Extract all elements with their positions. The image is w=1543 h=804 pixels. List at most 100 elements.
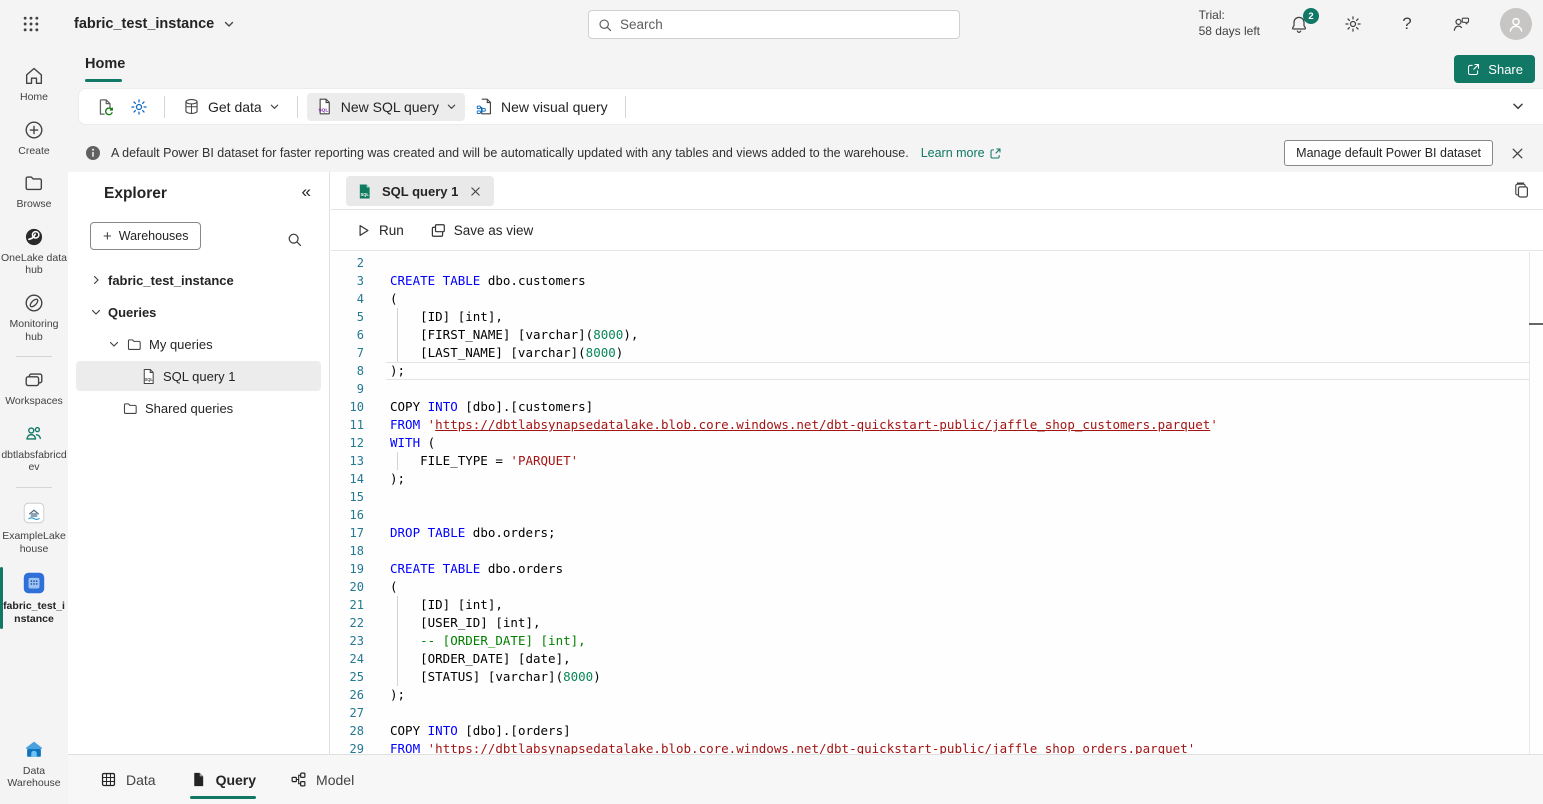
code-line-12[interactable]: 12WITH ( xyxy=(331,434,1543,452)
sidebar-item-browse[interactable]: Browse xyxy=(0,165,68,219)
editor-scrollbar[interactable] xyxy=(1529,252,1530,754)
tab-sql-query-1[interactable]: SQL SQL query 1 xyxy=(346,176,494,206)
sidebar-item-monitoring-hub[interactable]: Monitoring hub xyxy=(0,285,68,351)
notifications-button[interactable]: 2 xyxy=(1284,9,1314,39)
code-line-27[interactable]: 27 xyxy=(331,704,1543,722)
chevron-right-icon[interactable] xyxy=(90,274,102,286)
play-icon xyxy=(355,222,372,239)
code-line-11[interactable]: 11FROM 'https://dbtlabsynapsedatalake.bl… xyxy=(331,416,1543,434)
feedback-button[interactable] xyxy=(1446,9,1476,39)
line-number: 4 xyxy=(331,290,364,308)
collapse-panel-icon[interactable]: « xyxy=(302,182,311,202)
warehouse-settings-button[interactable] xyxy=(123,93,155,121)
bottom-tab-model[interactable]: Model xyxy=(290,755,354,804)
code-line-25[interactable]: 25 [STATUS] [varchar](8000) xyxy=(331,668,1543,686)
sidebar-item-fabric-test-instance[interactable]: fabric_test_instance xyxy=(0,563,68,633)
code-line-2[interactable]: 2 xyxy=(331,254,1543,272)
code-line-4[interactable]: 4( xyxy=(331,290,1543,308)
tree-item-my-queries[interactable]: My queries xyxy=(68,328,329,360)
search-input[interactable] xyxy=(620,17,951,32)
code-line-14[interactable]: 14); xyxy=(331,470,1543,488)
get-data-label: Get data xyxy=(208,99,262,115)
code-line-9[interactable]: 9 xyxy=(331,380,1543,398)
sidebar-item-onelake-data-hub[interactable]: OneLake data hub xyxy=(0,219,68,285)
tree-item-queries[interactable]: Queries xyxy=(68,296,329,328)
code-line-13[interactable]: 13 FILE_TYPE = 'PARQUET' xyxy=(331,452,1543,470)
tab-close-button[interactable] xyxy=(467,183,484,200)
toolbar-divider xyxy=(625,96,626,118)
code-line-18[interactable]: 18 xyxy=(331,542,1543,560)
sidebar-item-examplelakehouse[interactable]: ExampleLakehouse xyxy=(0,493,68,563)
line-number: 25 xyxy=(331,668,364,686)
code-line-5[interactable]: 5 [ID] [int], xyxy=(331,308,1543,326)
tab-home[interactable]: Home xyxy=(85,56,125,72)
app-launcher-icon[interactable] xyxy=(14,8,48,40)
tree-item-shared-queries[interactable]: Shared queries xyxy=(68,392,329,424)
code-line-26[interactable]: 26); xyxy=(331,686,1543,704)
chevron-down-icon[interactable] xyxy=(90,306,102,318)
database-icon xyxy=(182,97,201,116)
get-data-button[interactable]: Get data xyxy=(174,93,288,121)
explorer-panel: Explorer « + Warehouses fabric_test_inst… xyxy=(68,172,330,754)
sql-code-editor[interactable]: 23CREATE TABLE dbo.customers4(5 [ID] [in… xyxy=(331,252,1543,754)
code-line-17[interactable]: 17DROP TABLE dbo.orders; xyxy=(331,524,1543,542)
explorer-search-button[interactable] xyxy=(279,224,309,254)
code-line-20[interactable]: 20( xyxy=(331,578,1543,596)
workspace-switcher[interactable]: fabric_test_instance xyxy=(74,0,235,48)
tree-item-fabric-test-instance[interactable]: fabric_test_instance xyxy=(68,264,329,296)
ribbon-collapse-chevron-icon[interactable] xyxy=(1511,99,1525,113)
banner-close-button[interactable] xyxy=(1503,139,1531,167)
code-line-8[interactable]: 8); xyxy=(331,362,1543,380)
svg-text:SQL: SQL xyxy=(318,108,328,114)
code-line-24[interactable]: 24 [ORDER_DATE] [date], xyxy=(331,650,1543,668)
learn-more-link[interactable]: Learn more xyxy=(921,146,1002,160)
share-button[interactable]: Share xyxy=(1454,55,1535,83)
save-as-view-button[interactable]: Save as view xyxy=(422,216,542,244)
code-line-15[interactable]: 15 xyxy=(331,488,1543,506)
new-item-button[interactable] xyxy=(89,93,121,121)
compass-icon xyxy=(23,292,45,314)
line-number: 19 xyxy=(331,560,364,578)
avatar[interactable] xyxy=(1500,8,1532,40)
help-button[interactable]: ? xyxy=(1392,9,1422,39)
manage-default-dataset-button[interactable]: Manage default Power BI dataset xyxy=(1284,140,1493,166)
code-line-3[interactable]: 3CREATE TABLE dbo.customers xyxy=(331,272,1543,290)
settings-button[interactable] xyxy=(1338,9,1368,39)
code-line-21[interactable]: 21 [ID] [int], xyxy=(331,596,1543,614)
run-button[interactable]: Run xyxy=(347,216,412,244)
onelake-icon xyxy=(23,226,45,248)
code-line-29[interactable]: 29FROM 'https://dbtlabsynapsedatalake.bl… xyxy=(331,740,1543,754)
code-line-16[interactable]: 16 xyxy=(331,506,1543,524)
code-line-10[interactable]: 10COPY INTO [dbo].[customers] xyxy=(331,398,1543,416)
sidebar-item-label: Data Warehouse xyxy=(1,765,67,790)
code-text: WITH ( xyxy=(390,434,435,452)
copy-icon[interactable] xyxy=(1512,181,1531,200)
chevron-down-icon[interactable] xyxy=(108,338,120,350)
sidebar-item-workspaces[interactable]: Workspaces xyxy=(0,362,68,416)
code-line-6[interactable]: 6 [FIRST_NAME] [varchar](8000), xyxy=(331,326,1543,344)
home-icon xyxy=(23,65,45,87)
add-warehouses-button[interactable]: + Warehouses xyxy=(90,222,201,250)
code-text: FILE_TYPE = 'PARQUET' xyxy=(390,452,578,470)
line-number: 11 xyxy=(331,416,364,434)
model-icon xyxy=(290,771,307,788)
tree-item-sql-query-1[interactable]: SQLSQL query 1 xyxy=(68,360,329,392)
sidebar-item-dbtlabsfabricdev[interactable]: dbtlabsfabricdev xyxy=(0,416,68,482)
person-icon xyxy=(1505,13,1527,35)
sidebar-item-label: dbtlabsfabricdev xyxy=(1,449,67,474)
bottom-tab-data[interactable]: Data xyxy=(100,755,156,804)
line-number: 2 xyxy=(331,254,364,272)
code-line-19[interactable]: 19CREATE TABLE dbo.orders xyxy=(331,560,1543,578)
sql-file-green-icon: SQL xyxy=(356,183,373,200)
new-visual-query-button[interactable]: New visual query xyxy=(467,93,616,121)
code-line-22[interactable]: 22 [USER_ID] [int], xyxy=(331,614,1543,632)
sidebar-item-home[interactable]: Home xyxy=(0,58,68,112)
code-line-7[interactable]: 7 [LAST_NAME] [varchar](8000) xyxy=(331,344,1543,362)
sidebar-item-data-warehouse[interactable]: Data Warehouse xyxy=(0,730,68,798)
new-sql-query-button[interactable]: SQL New SQL query xyxy=(307,93,465,121)
query-toolbar: Run Save as view xyxy=(331,210,1543,251)
bottom-tab-query[interactable]: Query xyxy=(190,755,256,804)
code-line-23[interactable]: 23 -- [ORDER_DATE] [int], xyxy=(331,632,1543,650)
sidebar-item-create[interactable]: Create xyxy=(0,112,68,166)
code-line-28[interactable]: 28COPY INTO [dbo].[orders] xyxy=(331,722,1543,740)
